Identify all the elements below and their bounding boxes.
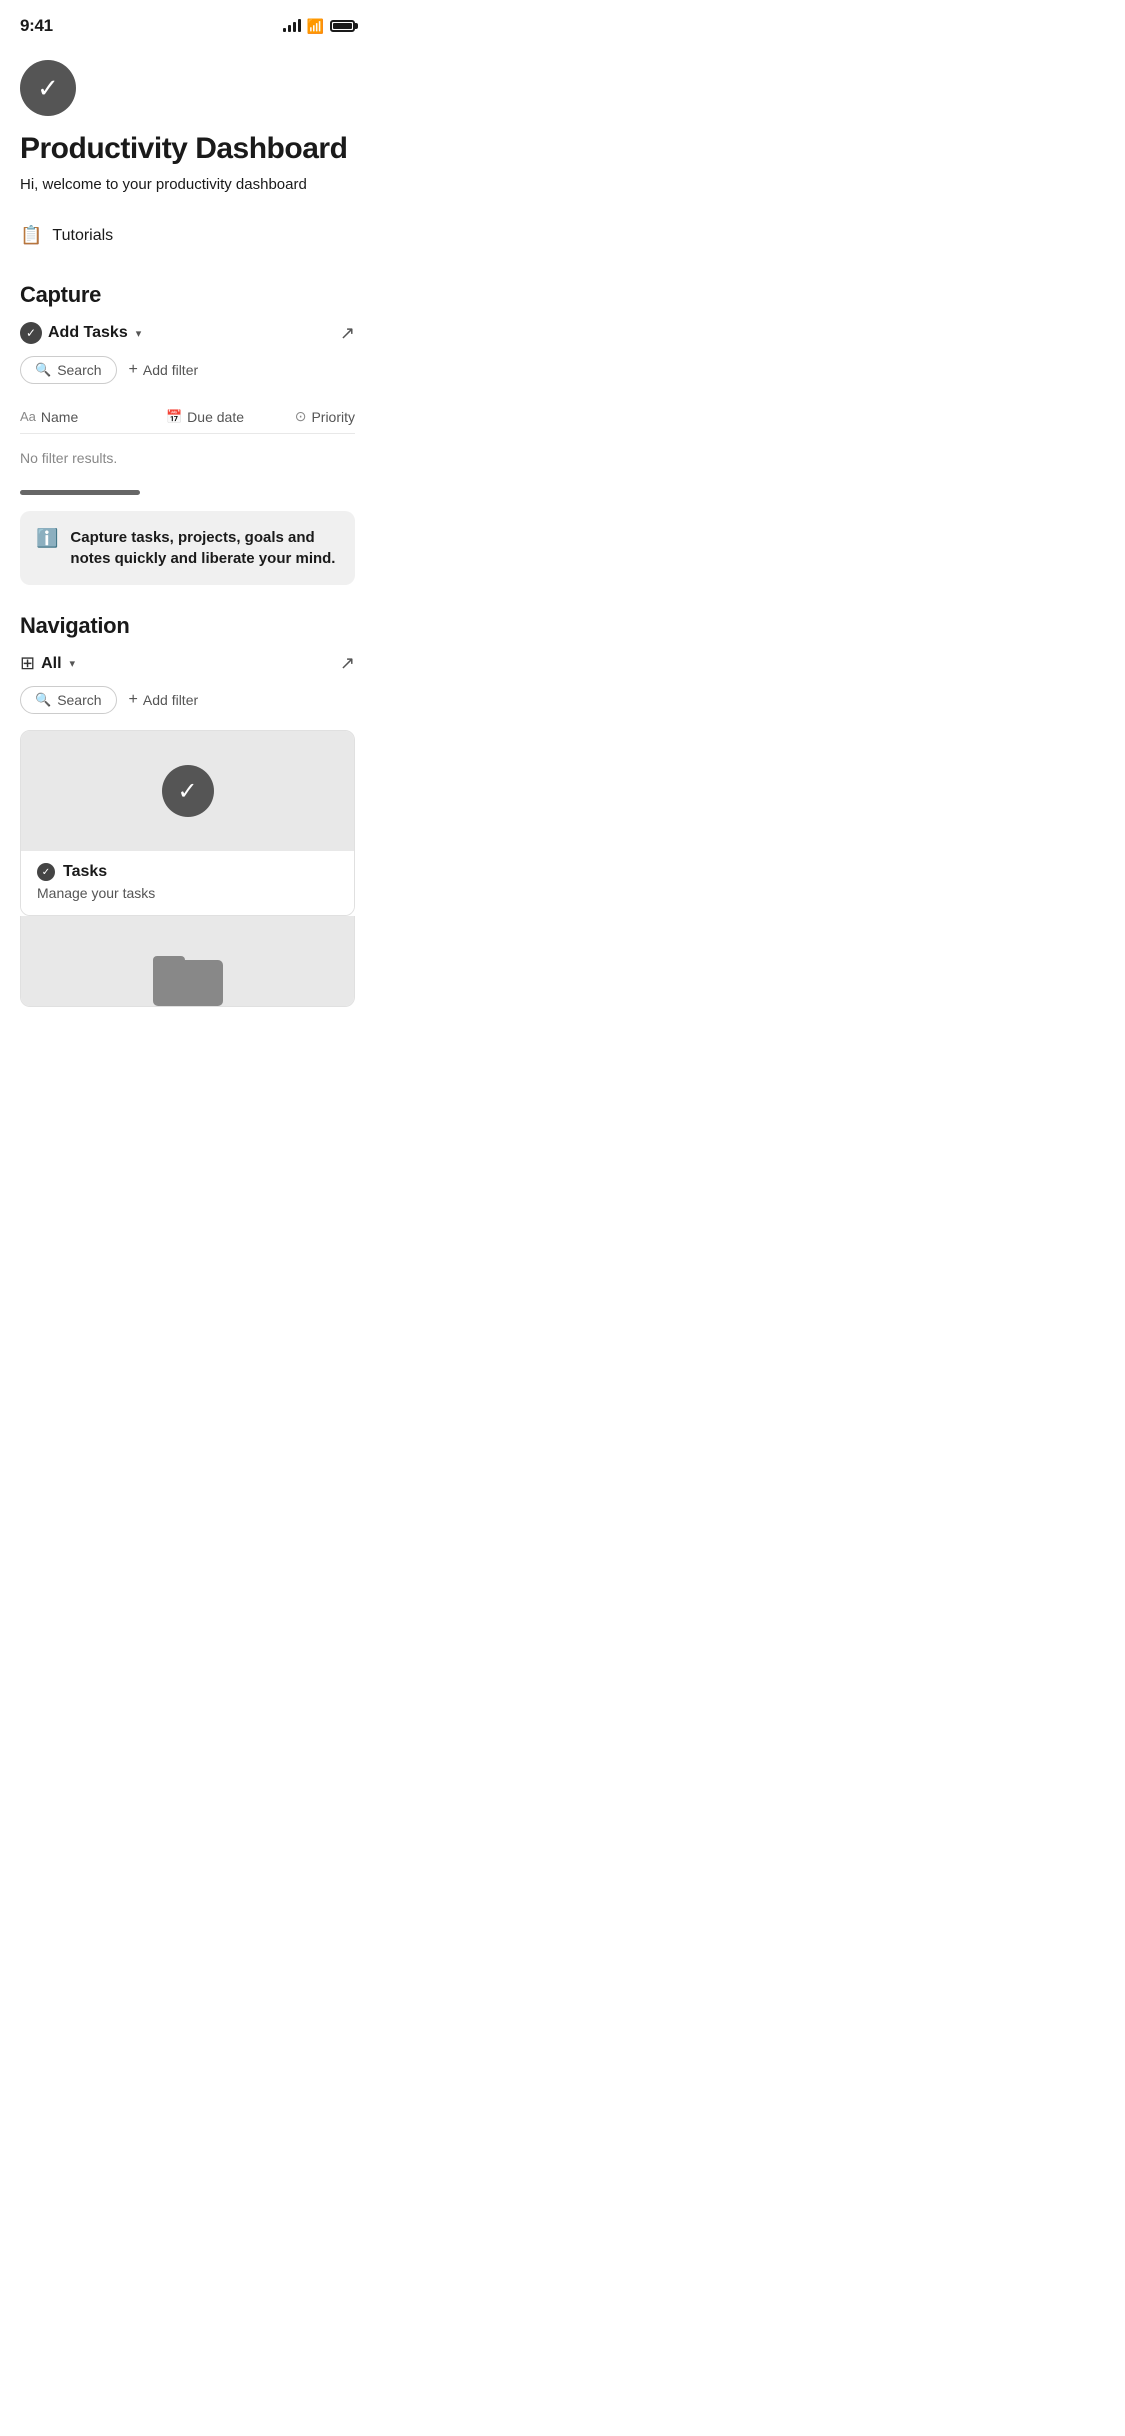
folder-shape xyxy=(153,946,223,1006)
capture-add-filter-plus-icon: + xyxy=(129,361,138,379)
col-name-icon: Aa xyxy=(20,409,36,424)
tutorials-label: Tutorials xyxy=(52,227,113,245)
navigation-section-title: Navigation xyxy=(20,613,355,639)
tasks-card-title-icon: ✓ xyxy=(37,863,55,881)
tasks-nav-card[interactable]: ✓ ✓ Tasks Manage your tasks xyxy=(20,730,355,916)
col-due-date-text: Due date xyxy=(187,409,244,425)
add-tasks-chevron-icon: ▾ xyxy=(136,327,142,340)
wifi-icon: 📶 xyxy=(307,18,324,35)
capture-header-row: ✓ Add Tasks ▾ ↗ xyxy=(20,322,355,344)
tasks-card-subtitle: Manage your tasks xyxy=(37,885,155,901)
navigation-add-filter-label: Add filter xyxy=(143,692,198,708)
capture-section: Capture ✓ Add Tasks ▾ ↗ 🔍 Search + Add f… xyxy=(20,282,355,585)
navigation-search-icon: 🔍 xyxy=(35,692,51,708)
scroll-indicator xyxy=(20,490,140,495)
capture-search-icon: 🔍 xyxy=(35,362,51,378)
all-label: All xyxy=(41,655,61,673)
capture-search-bar: 🔍 Search + Add filter xyxy=(20,356,355,384)
add-tasks-label: Add Tasks xyxy=(48,324,128,342)
all-chevron-icon: ▾ xyxy=(70,657,76,670)
capture-info-banner: ℹ️ Capture tasks, projects, goals and no… xyxy=(20,511,355,585)
col-name: Aa Name xyxy=(20,409,145,425)
folder-tab xyxy=(153,956,185,970)
col-name-text: Name xyxy=(41,409,78,425)
capture-expand-icon[interactable]: ↗ xyxy=(340,323,355,344)
add-tasks-check-icon: ✓ xyxy=(20,322,42,344)
capture-add-filter-button[interactable]: + Add filter xyxy=(129,361,199,379)
checkmark-logo-icon: ✓ xyxy=(37,75,59,101)
no-filter-results: No filter results. xyxy=(20,442,355,482)
navigation-search-label: Search xyxy=(57,692,101,708)
capture-add-filter-label: Add filter xyxy=(143,362,198,378)
navigation-add-filter-button[interactable]: + Add filter xyxy=(129,691,199,709)
tasks-card-image: ✓ xyxy=(21,731,354,851)
navigation-header-row: ⊞ All ▾ ↗ xyxy=(20,653,355,674)
capture-info-text: Capture tasks, projects, goals and notes… xyxy=(70,527,339,569)
add-tasks-button[interactable]: ✓ Add Tasks ▾ xyxy=(20,322,141,344)
grid-icon: ⊞ xyxy=(20,653,35,674)
app-logo: ✓ xyxy=(20,60,76,116)
capture-search-label: Search xyxy=(57,362,101,378)
capture-search-pill[interactable]: 🔍 Search xyxy=(20,356,117,384)
tasks-card-check-icon: ✓ xyxy=(162,765,214,817)
folder-icon-container xyxy=(21,916,354,1006)
capture-section-title: Capture xyxy=(20,282,355,308)
signal-icon xyxy=(283,20,301,32)
tutorials-row[interactable]: 📋 Tutorials xyxy=(20,221,355,250)
all-dropdown-button[interactable]: ⊞ All ▾ xyxy=(20,653,75,674)
capture-table-header: Aa Name 📅 Due date ⊙ Priority xyxy=(20,400,355,434)
projects-card-image xyxy=(21,916,354,1006)
battery-icon xyxy=(330,20,355,32)
navigation-add-filter-plus-icon: + xyxy=(129,691,138,709)
col-due-date-icon: 📅 xyxy=(166,409,182,425)
welcome-text: Hi, welcome to your productivity dashboa… xyxy=(20,176,355,193)
status-time: 9:41 xyxy=(20,16,53,36)
navigation-search-pill[interactable]: 🔍 Search xyxy=(20,686,117,714)
status-bar: 9:41 📶 xyxy=(0,0,375,44)
tasks-card-title: Tasks xyxy=(63,863,107,881)
tasks-card-body: ✓ Tasks Manage your tasks xyxy=(21,851,354,915)
col-priority-text: Priority xyxy=(311,409,355,425)
col-priority-icon: ⊙ xyxy=(295,408,307,425)
projects-nav-card[interactable] xyxy=(20,916,355,1007)
info-icon: ℹ️ xyxy=(36,528,58,549)
page-title: Productivity Dashboard xyxy=(20,132,355,166)
navigation-section: Navigation ⊞ All ▾ ↗ 🔍 Search + Add filt… xyxy=(20,613,355,1007)
status-icons: 📶 xyxy=(283,18,355,35)
tasks-card-title-row: ✓ Tasks xyxy=(37,863,338,881)
tutorials-icon: 📋 xyxy=(20,225,42,246)
navigation-search-bar: 🔍 Search + Add filter xyxy=(20,686,355,714)
navigation-expand-icon[interactable]: ↗ xyxy=(340,653,355,674)
col-due-date: 📅 Due date xyxy=(145,409,265,425)
col-priority: ⊙ Priority xyxy=(265,408,355,425)
